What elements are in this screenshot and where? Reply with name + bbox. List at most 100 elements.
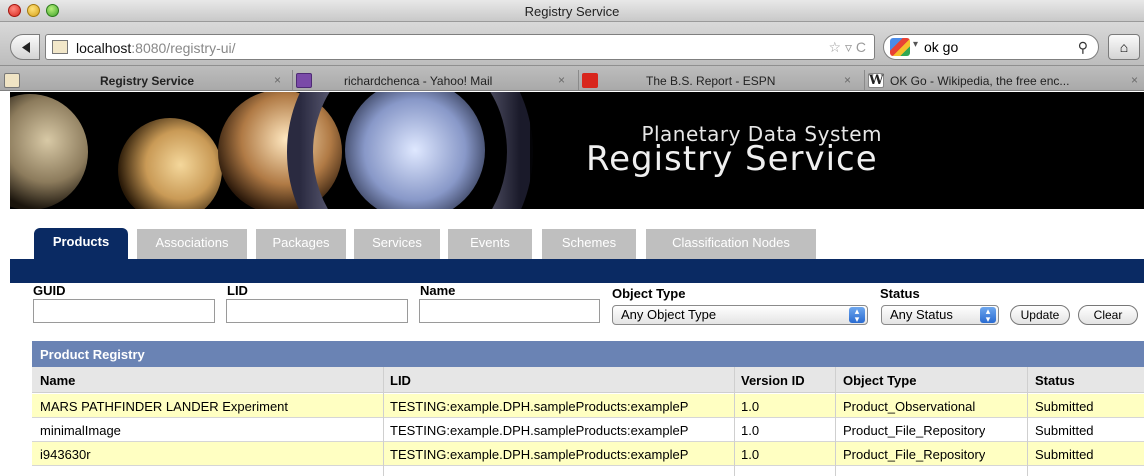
bookmark-star-icon[interactable]: ☆ ▿ C (829, 39, 866, 56)
cell-object-type: Product_File_Repository (843, 423, 986, 438)
tab-products[interactable]: Products (34, 228, 128, 263)
tab-divider (864, 70, 865, 90)
table-header: Name LID Version ID Object Type Status (32, 367, 1144, 393)
column-header-lid[interactable]: LID (390, 373, 411, 388)
tab-label: Products (52, 234, 110, 249)
browser-tab-label: The B.S. Report - ESPN (646, 74, 776, 88)
cell-version: 1.0 (741, 399, 760, 414)
select-arrows-icon: ▴ ▾ (980, 307, 996, 324)
close-tab-icon[interactable]: × (274, 73, 281, 87)
status-label: Status (880, 286, 920, 301)
clear-button[interactable]: Clear (1078, 305, 1138, 325)
cell-status: Submitted (1035, 423, 1094, 438)
table-row[interactable]: i943630r TESTING:example.DPH.sampleProdu… (32, 442, 1144, 466)
guid-field[interactable] (33, 299, 215, 323)
cell-version: 1.0 (741, 423, 760, 438)
cell-status: Submitted (1035, 399, 1094, 414)
update-button[interactable]: Update (1010, 305, 1070, 325)
guid-label: GUID (33, 283, 66, 298)
status-select[interactable]: Any Status ▴ ▾ (881, 305, 999, 325)
home-button[interactable]: ⌂ (1108, 34, 1140, 60)
tab-schemes[interactable]: Schemes (542, 229, 636, 259)
chevron-down-icon: ▾ (913, 39, 919, 50)
column-divider (383, 367, 384, 476)
table-row[interactable]: minimalImage TESTING:example.DPH.sampleP… (32, 418, 1144, 442)
window-title: Registry Service (524, 4, 620, 19)
tab-label: Associations (155, 235, 229, 250)
browser-tab-wikipedia[interactable]: W OK Go - Wikipedia, the free enc... × (868, 70, 1144, 92)
cell-name[interactable]: i943630r (40, 447, 91, 462)
tab-services[interactable]: Services (354, 229, 440, 259)
browser-tab-label: richardchenca - Yahoo! Mail (344, 74, 493, 88)
espn-icon (582, 73, 598, 88)
url-path: :8080/registry-ui/ (131, 40, 236, 56)
object-type-value: Any Object Type (621, 307, 717, 322)
browser-tab-yahoo-mail[interactable]: richardchenca - Yahoo! Mail × (296, 70, 578, 92)
reload-icon[interactable]: C (856, 39, 866, 55)
status-value: Any Status (890, 307, 953, 322)
tab-classification-nodes[interactable]: Classification Nodes (646, 229, 816, 259)
panel-title: Product Registry (32, 341, 1144, 367)
url-host: localhost (76, 40, 132, 56)
home-icon: ⌂ (1119, 39, 1129, 55)
browser-tab-registry[interactable]: Registry Service × (4, 70, 288, 92)
address-text: localhost:8080/registry-ui/ (76, 40, 236, 56)
banner-title: Registry Service (586, 139, 878, 179)
tab-label: Schemes (561, 235, 617, 250)
browser-tab-label: Registry Service (100, 74, 195, 88)
planets-banner-image (10, 92, 1144, 209)
close-tab-icon[interactable]: × (844, 73, 851, 87)
tab-divider (578, 70, 579, 90)
nav-tab-band (10, 259, 1144, 283)
header-banner: Planetary Data System Registry Service (10, 92, 1144, 209)
search-icon[interactable]: ⚲ (1078, 39, 1088, 56)
page-favicon-icon (4, 73, 20, 88)
cell-name[interactable]: MARS PATHFINDER LANDER Experiment (40, 399, 288, 414)
select-arrows-icon: ▴ ▾ (849, 307, 865, 324)
search-input[interactable]: ok go (924, 39, 958, 55)
cell-version: 1.0 (741, 447, 760, 462)
wikipedia-icon: W (868, 73, 884, 88)
cell-object-type: Product_File_Repository (843, 447, 986, 462)
lid-field[interactable] (226, 299, 408, 323)
tab-associations[interactable]: Associations (137, 229, 247, 259)
cell-lid: TESTING:example.DPH.sampleProducts:examp… (390, 399, 689, 414)
lid-label: LID (227, 283, 248, 298)
tab-events[interactable]: Events (448, 229, 532, 259)
column-divider (1027, 367, 1028, 476)
cell-name[interactable]: minimalImage (40, 423, 121, 438)
cell-status: Submitted (1035, 447, 1094, 462)
search-engine-icon[interactable] (890, 38, 910, 56)
address-bar[interactable]: localhost:8080/registry-ui/ ☆ ▿ C (45, 34, 875, 60)
tab-label: Classification Nodes (672, 235, 790, 250)
back-button[interactable] (10, 34, 40, 60)
page-favicon-icon (52, 40, 68, 54)
column-header-object-type[interactable]: Object Type (843, 373, 916, 388)
tab-label: Services (372, 235, 422, 250)
tab-label: Packages (272, 235, 330, 250)
browser-tab-espn[interactable]: The B.S. Report - ESPN × (582, 70, 862, 92)
object-type-label: Object Type (612, 286, 686, 301)
cell-lid: TESTING:example.DPH.sampleProducts:examp… (390, 447, 689, 462)
search-box[interactable]: ▾ ok go ⚲ (883, 34, 1099, 60)
column-divider (835, 367, 836, 476)
mail-icon (296, 73, 312, 88)
table-row[interactable]: MARS PATHFINDER LANDER Experiment TESTIN… (32, 394, 1144, 418)
tab-label: Events (470, 235, 510, 250)
close-tab-icon[interactable]: × (1131, 73, 1138, 87)
browser-tab-label: OK Go - Wikipedia, the free enc... (890, 74, 1070, 88)
name-label: Name (420, 283, 456, 298)
column-divider (734, 367, 735, 476)
window-titlebar: Registry Service (0, 0, 1144, 22)
close-tab-icon[interactable]: × (558, 73, 565, 87)
column-header-version[interactable]: Version ID (741, 373, 805, 388)
name-field[interactable] (419, 299, 600, 323)
column-header-status[interactable]: Status (1035, 373, 1075, 388)
object-type-select[interactable]: Any Object Type ▴ ▾ (612, 305, 868, 325)
tab-divider (292, 70, 293, 90)
column-header-name[interactable]: Name (40, 373, 75, 388)
tab-packages[interactable]: Packages (256, 229, 346, 259)
back-arrow-icon (22, 42, 30, 53)
cell-lid: TESTING:example.DPH.sampleProducts:examp… (390, 423, 689, 438)
cell-object-type: Product_Observational (843, 399, 976, 414)
